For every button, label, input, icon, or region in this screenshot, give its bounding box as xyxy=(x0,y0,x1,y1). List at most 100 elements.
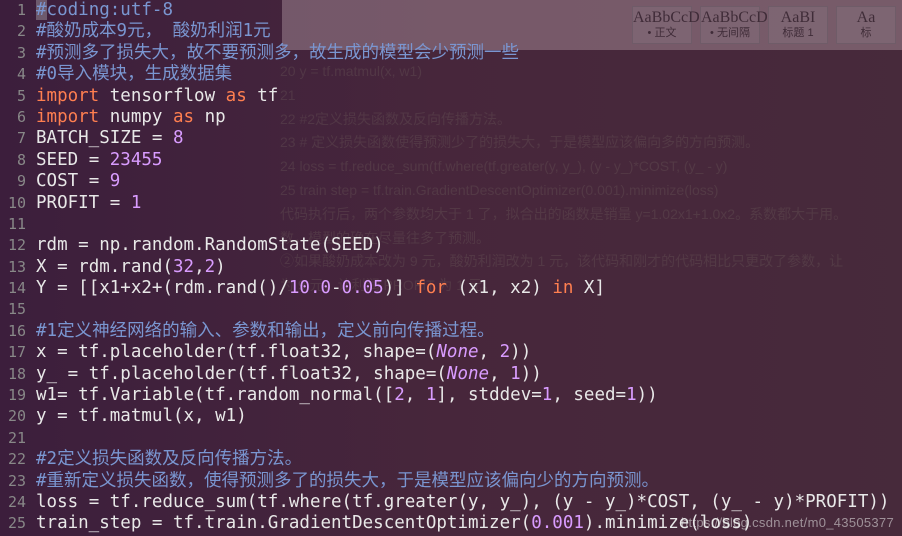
code-token: PROFIT xyxy=(36,193,110,213)
line-number: 12 xyxy=(0,235,30,256)
code-token: numpy xyxy=(99,107,173,127)
code-token: #2定义损失函数及反向传播方法。 xyxy=(36,449,302,469)
code-token: #1定义神经网络的输入、参数和输出，定义前向传播过程。 xyxy=(36,321,495,341)
code-token: )) xyxy=(637,385,658,405)
line-number: 20 xyxy=(0,406,30,427)
code-line[interactable]: #预测多了损失大，故不要预测多，故生成的模型会少预测一些 xyxy=(36,43,896,64)
code-token: loss xyxy=(36,492,89,512)
code-token: )) xyxy=(521,364,542,384)
code-token: tf.placeholder(tf.float32, shape=( xyxy=(89,364,447,384)
code-line[interactable]: Y = [[x1+x2+(rdm.rand()/10.0-0.05)] for … xyxy=(36,278,896,299)
code-token: = xyxy=(89,150,110,170)
code-line[interactable]: #酸奶成本9元， 酸奶利润1元 xyxy=(36,21,896,42)
code-token: 9 xyxy=(110,171,121,191)
code-line[interactable] xyxy=(36,299,896,320)
code-token: , xyxy=(479,342,500,362)
code-line[interactable] xyxy=(36,428,896,449)
code-line[interactable]: #1定义神经网络的输入、参数和输出，定义前向传播过程。 xyxy=(36,321,896,342)
code-editor[interactable]: AaBbCcD• 正文AaBbCcD• 无间隔AaBI标题 1Aa标 20 y … xyxy=(0,0,902,536)
line-number: 11 xyxy=(0,214,30,235)
code-token: rdm xyxy=(36,235,78,255)
code-token: w1= tf.Variable(tf.random_normal([ xyxy=(36,385,394,405)
code-token: 10.0 xyxy=(289,278,331,298)
code-token: - xyxy=(331,278,342,298)
code-token: tf.matmul(x, w1) xyxy=(78,406,247,426)
code-token: y xyxy=(36,406,57,426)
line-number: 14 xyxy=(0,278,30,299)
code-line[interactable]: #2定义损失函数及反向传播方法。 xyxy=(36,449,896,470)
code-token: tf.placeholder(tf.float32, shape=( xyxy=(78,342,436,362)
code-token: rdm.rand( xyxy=(78,257,173,277)
code-line[interactable]: rdm = np.random.RandomState(SEED) xyxy=(36,235,896,256)
code-line[interactable] xyxy=(36,214,896,235)
line-number: 18 xyxy=(0,364,30,385)
code-token: = xyxy=(89,492,110,512)
code-line[interactable]: #重新定义损失函数，使得预测多了的损失大，于是模型应该偏向少的方向预测。 xyxy=(36,471,896,492)
code-token: 0.001 xyxy=(531,513,584,533)
code-line[interactable]: SEED = 23455 xyxy=(36,150,896,171)
line-number: 16 xyxy=(0,321,30,342)
code-token: ) xyxy=(215,257,226,277)
line-number: 9 xyxy=(0,171,30,192)
code-line[interactable]: y_ = tf.placeholder(tf.float32, shape=(N… xyxy=(36,364,896,385)
code-token: 1 xyxy=(131,193,142,213)
line-number: 15 xyxy=(0,299,30,320)
code-token: #0导入模块，生成数据集 xyxy=(36,64,232,84)
line-number: 24 xyxy=(0,492,30,513)
code-line[interactable]: COST = 9 xyxy=(36,171,896,192)
code-token: = xyxy=(57,257,78,277)
code-line[interactable]: import numpy as np xyxy=(36,107,896,128)
code-token: 8 xyxy=(173,128,184,148)
code-line[interactable]: import tensorflow as tf xyxy=(36,86,896,107)
code-token: = xyxy=(110,193,131,213)
code-token: x xyxy=(36,342,57,362)
code-line[interactable]: BATCH_SIZE = 8 xyxy=(36,128,896,149)
code-token: import xyxy=(36,107,99,127)
code-token: coding:utf-8 xyxy=(47,0,173,20)
code-token: , xyxy=(489,364,510,384)
code-token: np.random.RandomState(SEED) xyxy=(99,235,383,255)
line-number: 17 xyxy=(0,342,30,363)
code-line[interactable]: #0导入模块，生成数据集 xyxy=(36,64,896,85)
code-token: ], stddev= xyxy=(436,385,541,405)
code-token: X] xyxy=(573,278,605,298)
code-token: COST xyxy=(36,171,89,191)
code-token: 2 xyxy=(205,257,216,277)
code-token: tensorflow xyxy=(99,86,225,106)
code-line[interactable]: train_step = tf.train.GradientDescentOpt… xyxy=(36,513,896,534)
code-token: in xyxy=(552,278,573,298)
code-token: X xyxy=(36,257,57,277)
code-token: SEED xyxy=(36,150,89,170)
code-token: y_ xyxy=(36,364,68,384)
code-token: BATCH_SIZE xyxy=(36,128,152,148)
line-number: 25 xyxy=(0,513,30,534)
code-token: = xyxy=(68,364,89,384)
code-token: tf.train.GradientDescentOptimizer( xyxy=(173,513,531,533)
code-line[interactable]: x = tf.placeholder(tf.float32, shape=(No… xyxy=(36,342,896,363)
code-token: 32 xyxy=(173,257,194,277)
line-number: 6 xyxy=(0,107,30,128)
code-token: #预测多了损失大，故不要预测多，故生成的模型会少预测一些 xyxy=(36,43,519,63)
code-token: )) xyxy=(510,342,531,362)
line-number: 2 xyxy=(0,21,30,42)
code-token: None xyxy=(447,364,489,384)
code-line[interactable]: y = tf.matmul(x, w1) xyxy=(36,406,896,427)
code-token: ).minimize(loss) xyxy=(584,513,753,533)
code-line[interactable]: X = rdm.rand(32,2) xyxy=(36,257,896,278)
code-line[interactable]: loss = tf.reduce_sum(tf.where(tf.greater… xyxy=(36,492,896,513)
line-number: 1 xyxy=(0,0,30,21)
code-line[interactable]: #coding:utf-8 xyxy=(36,0,896,21)
code-token: tf.reduce_sum(tf.where(tf.greater(y, y_)… xyxy=(110,492,890,512)
line-number: 4 xyxy=(0,64,30,85)
code-token: import xyxy=(36,86,99,106)
code-token: = xyxy=(78,235,99,255)
code-area[interactable]: #coding:utf-8#酸奶成本9元， 酸奶利润1元#预测多了损失大，故不要… xyxy=(36,0,896,536)
code-line[interactable]: w1= tf.Variable(tf.random_normal([2, 1],… xyxy=(36,385,896,406)
code-line[interactable]: PROFIT = 1 xyxy=(36,193,896,214)
code-token: 1 xyxy=(542,385,553,405)
code-token: = xyxy=(152,513,173,533)
code-token: , xyxy=(405,385,426,405)
code-token: as xyxy=(173,107,194,127)
code-token: = xyxy=(152,128,173,148)
code-token: , xyxy=(194,257,205,277)
